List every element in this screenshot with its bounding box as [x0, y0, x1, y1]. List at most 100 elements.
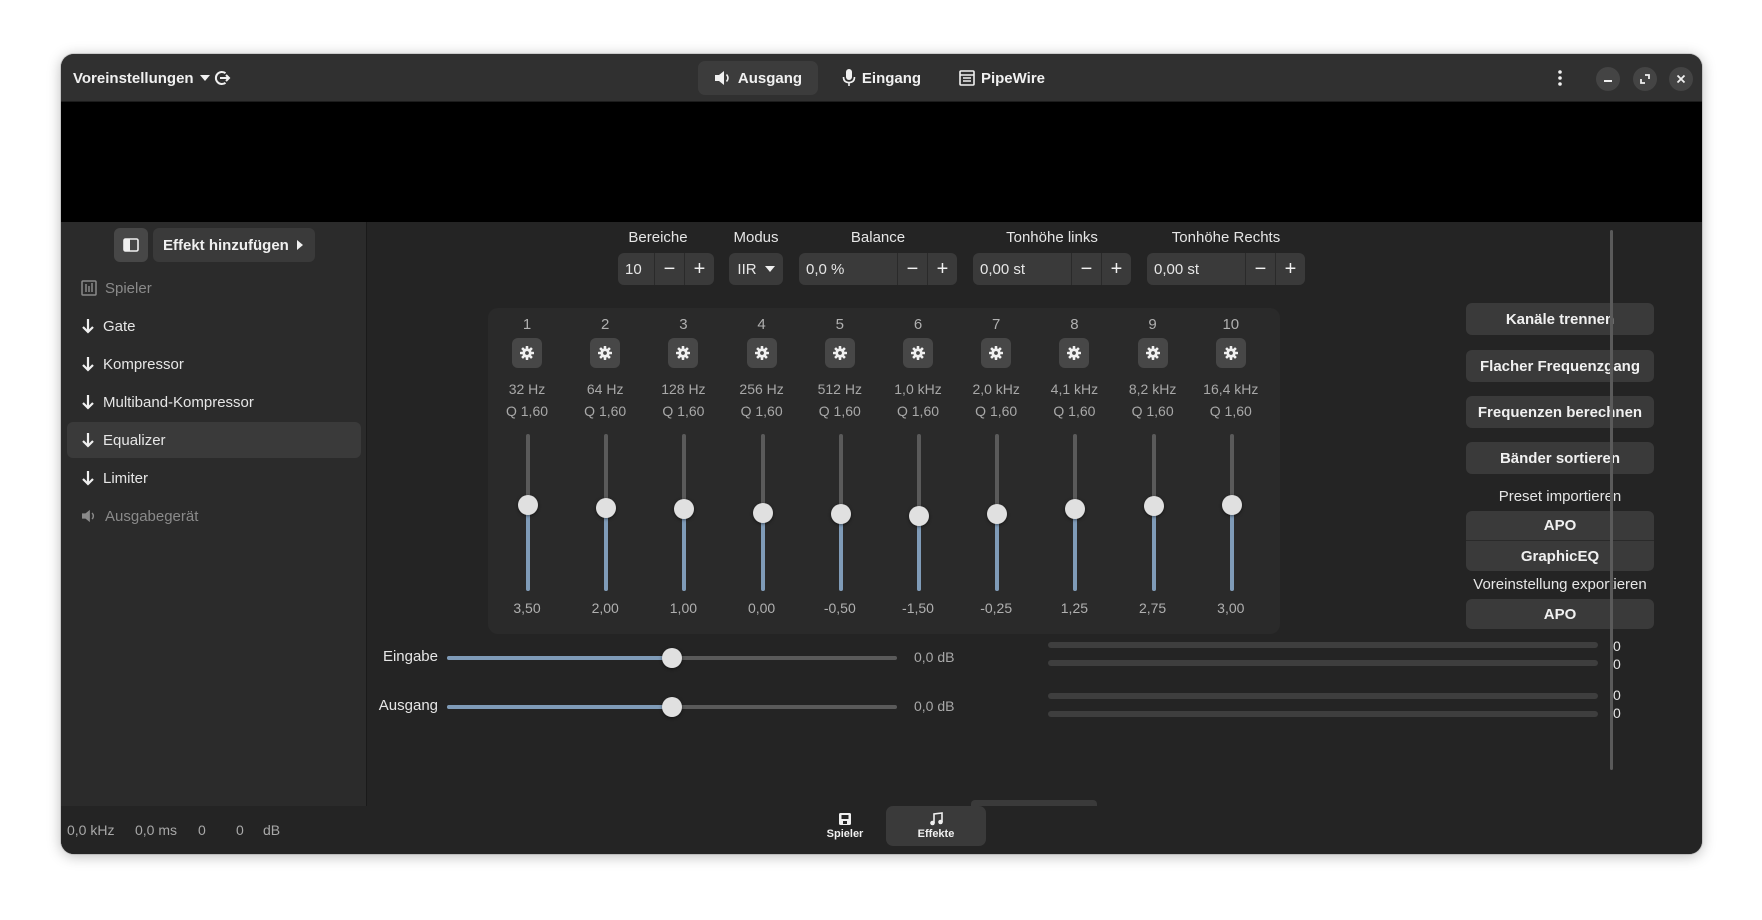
minimize-button[interactable]	[1596, 67, 1620, 91]
output-gain-knob[interactable]	[662, 697, 682, 717]
band-gain-knob[interactable]	[674, 499, 695, 520]
sidebar-item-ausgabegeraet[interactable]: Ausgabegerät	[67, 498, 361, 534]
tab-spieler[interactable]: Spieler	[795, 806, 895, 846]
pitch-right-increment-button[interactable]: +	[1275, 253, 1305, 285]
main-menu-button[interactable]	[1552, 61, 1568, 95]
band-number: 3	[679, 316, 688, 333]
sidebar-item-limiter[interactable]: Limiter	[67, 460, 361, 496]
band-gain-knob[interactable]	[518, 494, 538, 515]
bereiche-increment-button[interactable]: +	[684, 253, 714, 285]
band-settings-button[interactable]	[903, 338, 933, 368]
balance-increment-button[interactable]: +	[927, 253, 957, 285]
input-gain-knob[interactable]	[662, 648, 682, 668]
balance-label: Balance	[850, 229, 906, 246]
import-apo-button[interactable]: APO	[1466, 511, 1654, 541]
band-gain-slider[interactable]	[1143, 434, 1164, 591]
band-gain-knob[interactable]	[1143, 496, 1164, 517]
sort-bands-button[interactable]: Bänder sortieren	[1466, 442, 1654, 474]
band-gain-slider[interactable]	[909, 434, 929, 591]
pitch-left-increment-button[interactable]: +	[1101, 253, 1131, 285]
microphone-icon	[842, 69, 856, 86]
sidebar-item-gate[interactable]: Gate	[67, 308, 361, 344]
band-gain-slider[interactable]	[674, 434, 695, 591]
band-settings-button[interactable]	[1137, 338, 1168, 368]
level-value-2: 0	[236, 822, 244, 838]
pitch-right-spinbutton[interactable]: 0,00 st − +	[1147, 253, 1305, 285]
pitch-left-decrement-button[interactable]: −	[1071, 253, 1101, 285]
pitch-right-decrement-button[interactable]: −	[1245, 253, 1275, 285]
band-number: 10	[1222, 316, 1240, 333]
pitch-right-value: 0,00 st	[1154, 260, 1200, 278]
close-button[interactable]	[1669, 67, 1693, 91]
band-settings-button[interactable]	[1215, 338, 1246, 368]
modus-label: Modus	[733, 229, 779, 246]
band-gain-knob[interactable]	[596, 497, 617, 518]
sidebar-item-multiband-kompressor[interactable]: Multiband-Kompressor	[67, 384, 361, 420]
reset-button[interactable]	[203, 61, 241, 95]
band-gain-slider[interactable]	[518, 434, 538, 591]
tab-eingang[interactable]: Eingang	[829, 61, 934, 95]
band-settings-button[interactable]	[981, 338, 1012, 368]
band-gain-knob[interactable]	[909, 505, 929, 526]
band-gain-knob[interactable]	[830, 504, 851, 525]
import-graphiceq-button[interactable]: GraphicEQ	[1466, 541, 1654, 571]
maximize-button[interactable]	[1633, 67, 1657, 91]
band-gain-value: 1,25	[1060, 600, 1089, 616]
sidebar-item-equalizer[interactable]: Equalizer	[67, 422, 361, 458]
band-quality: Q 1,60	[1131, 403, 1174, 419]
band-gain-slider[interactable]	[830, 434, 851, 591]
pitch-left-spinbutton[interactable]: 0,00 st − +	[973, 253, 1131, 285]
input-level-right-value: 0	[1613, 656, 1621, 672]
band-gain-knob[interactable]	[1065, 499, 1086, 520]
modus-dropdown[interactable]: IIR	[729, 253, 783, 285]
band-gain-knob[interactable]	[987, 504, 1008, 525]
reset-icon	[214, 71, 231, 85]
calculate-frequencies-button[interactable]: Frequenzen berechnen	[1466, 396, 1654, 428]
band-gain-slider[interactable]	[987, 434, 1008, 591]
band-settings-button[interactable]	[512, 338, 542, 368]
split-channels-button[interactable]: Kanäle trennen	[1466, 303, 1654, 335]
band-settings-button[interactable]	[824, 338, 855, 368]
bereiche-spinbutton[interactable]: 10 − +	[618, 253, 714, 285]
bereiche-decrement-button[interactable]: −	[654, 253, 684, 285]
tab-pipewire[interactable]: PipeWire	[947, 61, 1057, 95]
input-gain-slider[interactable]	[447, 648, 897, 668]
band-gain-knob[interactable]	[752, 502, 773, 523]
pitch-left-label: Tonhöhe links	[1006, 229, 1098, 246]
band-settings-button[interactable]	[746, 338, 777, 368]
sidebar-toggle-button[interactable]	[114, 228, 148, 262]
band-gain-value: 3,00	[1217, 600, 1245, 616]
band-gain-knob[interactable]	[1221, 494, 1242, 515]
add-effect-button[interactable]: Effekt hinzufügen	[153, 228, 315, 262]
gear-icon	[1223, 346, 1238, 360]
band-gain-slider[interactable]	[1065, 434, 1086, 591]
band-gain-slider[interactable]	[1221, 434, 1242, 591]
flat-response-button[interactable]: Flacher Frequenzgang	[1466, 350, 1654, 382]
export-apo-button[interactable]: APO	[1466, 599, 1654, 629]
band-gain-value: 0,00	[747, 600, 776, 616]
band-settings-button[interactable]	[590, 338, 621, 368]
sidebar-item-spieler[interactable]: Spieler	[67, 270, 361, 306]
band-settings-button[interactable]	[1059, 338, 1090, 368]
player-icon	[839, 813, 851, 825]
band-gain-slider[interactable]	[752, 434, 773, 591]
band-frequency: 4,1 kHz	[1050, 381, 1099, 397]
band-gain-value: 2,75	[1138, 600, 1167, 616]
balance-decrement-button[interactable]: −	[897, 253, 927, 285]
scrollbar[interactable]	[1610, 230, 1613, 770]
presets-menu-button[interactable]: Voreinstellungen	[63, 61, 220, 95]
speaker-icon	[82, 509, 95, 523]
gear-icon	[1067, 346, 1082, 360]
tab-effekte[interactable]: Effekte	[886, 806, 986, 846]
tab-ausgang[interactable]: Ausgang	[698, 61, 818, 95]
band-settings-button[interactable]	[668, 338, 699, 368]
kebab-menu-icon	[1558, 70, 1562, 86]
band-gain-slider[interactable]	[596, 434, 617, 591]
tab-pipewire-label: PipeWire	[980, 69, 1046, 87]
band-gain-fill	[760, 512, 765, 591]
band-frequency: 1,0 kHz	[894, 381, 942, 397]
gear-icon	[754, 346, 769, 360]
balance-spinbutton[interactable]: 0,0 % − +	[799, 253, 957, 285]
sidebar-item-kompressor[interactable]: Kompressor	[67, 346, 361, 382]
output-gain-slider[interactable]	[447, 697, 897, 717]
